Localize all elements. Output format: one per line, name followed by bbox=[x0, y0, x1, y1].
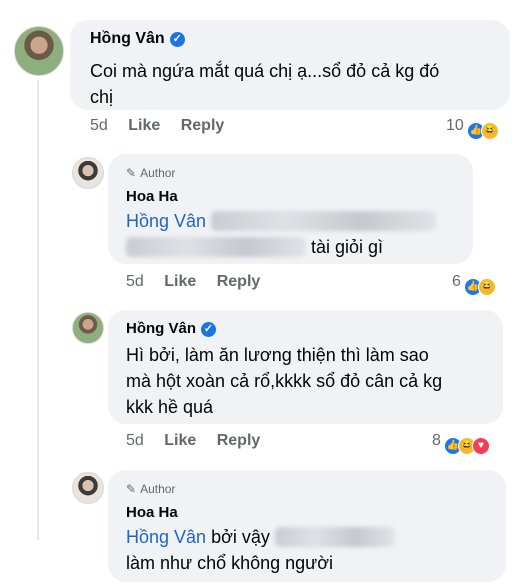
reply-button[interactable]: Reply bbox=[217, 432, 261, 449]
reaction-summary[interactable]: 6 👍 😆 bbox=[452, 273, 496, 296]
blurred-text bbox=[211, 211, 437, 231]
verified-check-icon: ✓ bbox=[169, 32, 185, 47]
comment-actions: 5d Like Reply bbox=[90, 117, 240, 135]
love-reaction-icon: ♥ bbox=[471, 437, 490, 455]
reaction-summary[interactable]: 8 👍 😆 ♥ bbox=[432, 432, 490, 455]
like-button[interactable]: Like bbox=[164, 432, 196, 449]
reaction-summary[interactable]: 10 👍 😆 bbox=[446, 117, 499, 140]
reaction-count: 6 bbox=[452, 273, 461, 290]
mention-link[interactable]: Hồng Vân bbox=[126, 527, 206, 547]
pencil-icon: ✎ bbox=[126, 482, 137, 496]
comment-actions: 5d Like Reply bbox=[126, 432, 276, 450]
blurred-text bbox=[126, 237, 306, 257]
pencil-icon: ✎ bbox=[126, 166, 137, 180]
comment-text: Hồng Vân tài giỏi gì bbox=[126, 208, 437, 260]
comment-text: Hồng Vân bởi vậy làm như chổ không người bbox=[126, 524, 395, 576]
comment-time[interactable]: 5d bbox=[126, 273, 144, 290]
commenter-name[interactable]: Hoa Ha bbox=[126, 504, 178, 521]
blurred-text bbox=[274, 527, 395, 547]
verified-check-icon: ✓ bbox=[201, 322, 216, 337]
haha-reaction-icon: 😆 bbox=[480, 122, 499, 140]
commenter-name[interactable]: Hồng Vân ✓ bbox=[90, 30, 185, 48]
comment-time[interactable]: 5d bbox=[90, 117, 108, 134]
mention-link[interactable]: Hồng Vân bbox=[126, 211, 206, 231]
thread-line bbox=[37, 80, 39, 540]
commenter-name[interactable]: Hồng Vân ✓ bbox=[126, 320, 216, 337]
like-button[interactable]: Like bbox=[128, 117, 160, 134]
commenter-avatar[interactable] bbox=[72, 157, 104, 189]
author-badge: ✎ Author bbox=[126, 166, 176, 180]
commenter-avatar[interactable] bbox=[72, 472, 104, 504]
comment-text: Hì bởi, làm ăn lương thiện thì làm sao m… bbox=[126, 345, 443, 417]
comment-time[interactable]: 5d bbox=[126, 432, 144, 449]
comment-text: Coi mà ngứa mắt quá chị ạ...sổ đỏ cả kg … bbox=[90, 61, 440, 107]
reaction-count: 10 bbox=[446, 117, 464, 134]
comment-actions: 5d Like Reply bbox=[126, 273, 276, 291]
reaction-count: 8 bbox=[432, 432, 441, 449]
commenter-avatar[interactable] bbox=[72, 312, 104, 344]
haha-reaction-icon: 😆 bbox=[477, 278, 496, 296]
reply-button[interactable]: Reply bbox=[217, 273, 261, 290]
like-button[interactable]: Like bbox=[164, 273, 196, 290]
commenter-name[interactable]: Hoa Ha bbox=[126, 188, 178, 205]
author-badge: ✎ Author bbox=[126, 482, 176, 496]
commenter-avatar[interactable] bbox=[14, 26, 64, 76]
reply-button[interactable]: Reply bbox=[181, 117, 225, 134]
